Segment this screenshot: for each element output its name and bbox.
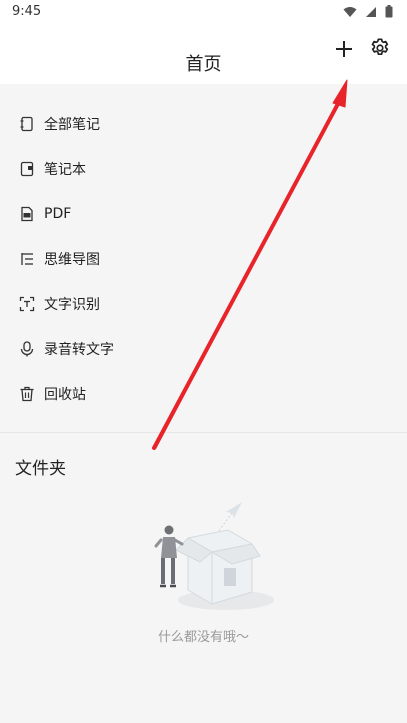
settings-button[interactable] xyxy=(369,37,391,59)
paper-plane-icon xyxy=(226,502,242,518)
menu-label: 思维导图 xyxy=(44,251,100,268)
menu-item-all-notes[interactable]: 全部笔记 xyxy=(0,101,407,146)
gear-icon xyxy=(371,38,389,56)
menu-item-text-recognition[interactable]: 文字识别 xyxy=(0,281,407,326)
notebook-icon xyxy=(20,161,34,176)
menu-item-trash[interactable]: 回收站 xyxy=(0,371,407,416)
box-icon xyxy=(187,529,253,605)
pdf-icon xyxy=(21,206,33,221)
text-recognition-icon xyxy=(19,296,35,311)
voice-to-text-icon xyxy=(20,340,34,356)
menu-list: 全部笔记 笔记本 PDF 思维导图 文字识别 录音转文字 回收站 xyxy=(0,101,407,416)
status-icons xyxy=(343,5,393,18)
menu-label: 录音转文字 xyxy=(44,341,114,358)
status-time: 9:45 xyxy=(12,4,42,19)
status-bar: 9:45 xyxy=(0,0,407,24)
menu-label: 回收站 xyxy=(44,386,86,403)
wifi-icon xyxy=(343,6,357,17)
menu-item-pdf[interactable]: PDF xyxy=(0,191,407,236)
person-icon xyxy=(154,525,184,588)
plus-icon xyxy=(336,41,352,57)
folder-section-title: 文件夹 xyxy=(15,459,66,479)
menu-label: 文字识别 xyxy=(44,296,100,313)
empty-state-text: 什么都没有哦～ xyxy=(157,630,249,645)
all-notes-icon xyxy=(20,116,33,131)
battery-icon xyxy=(385,5,393,18)
menu-item-mind-map[interactable]: 思维导图 xyxy=(0,236,407,281)
menu-item-voice-to-text[interactable]: 录音转文字 xyxy=(0,326,407,371)
menu-item-notebook[interactable]: 笔记本 xyxy=(0,146,407,191)
trash-icon xyxy=(20,386,34,401)
signal-icon xyxy=(366,6,376,17)
mind-map-icon xyxy=(21,252,33,265)
section-divider xyxy=(0,432,407,433)
add-button[interactable] xyxy=(333,38,355,60)
empty-state-illustration xyxy=(154,502,274,610)
menu-label: PDF xyxy=(44,205,72,222)
menu-label: 全部笔记 xyxy=(44,116,100,133)
menu-label: 笔记本 xyxy=(44,161,86,178)
